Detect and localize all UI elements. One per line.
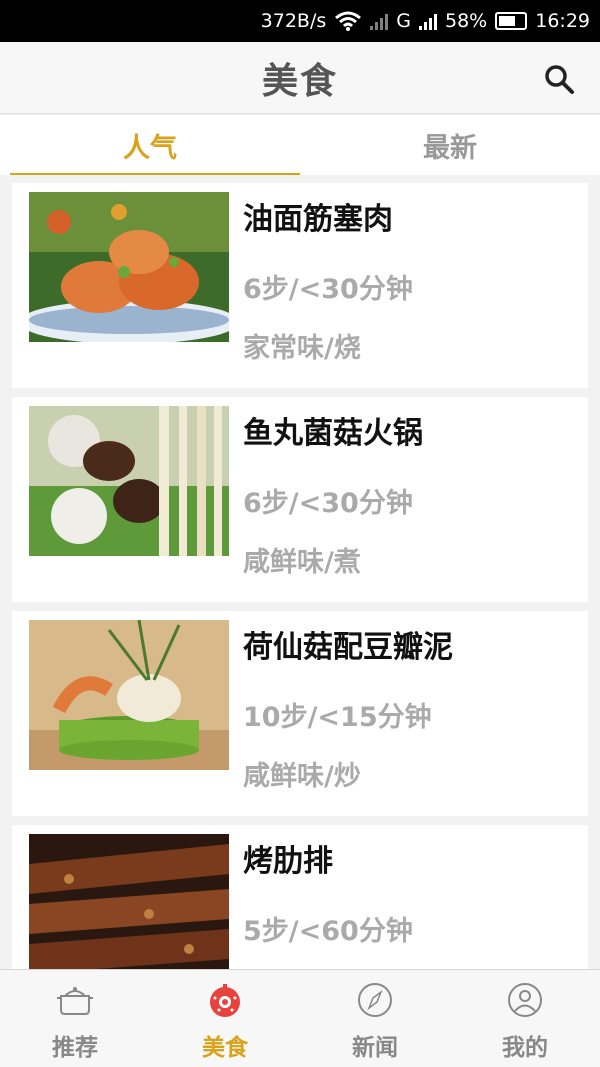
nav-recommend[interactable]: 推荐 — [0, 970, 150, 1067]
nav-food[interactable]: 美食 — [150, 970, 300, 1067]
recipe-image — [29, 620, 229, 770]
compass-icon — [358, 983, 392, 1017]
recipe-image — [29, 834, 229, 984]
user-icon — [508, 983, 542, 1017]
nav-label: 美食 — [202, 1035, 248, 1061]
food-icon — [210, 984, 240, 1017]
nav-label: 新闻 — [352, 1035, 398, 1061]
battery-icon — [495, 12, 528, 30]
network-speed: 372B/s — [260, 10, 327, 32]
search-icon[interactable] — [542, 62, 576, 96]
recipe-card[interactable]: 鱼丸菌菇火锅 6步/<30分钟 咸鲜味/煮 — [12, 397, 588, 602]
recipe-flavor: 咸鲜味/煮 — [243, 547, 361, 578]
recipe-steps: 6步/<30分钟 — [243, 274, 413, 305]
recipe-name: 烤肋排 — [243, 844, 333, 879]
nav-profile[interactable]: 我的 — [450, 970, 600, 1067]
bottom-nav: 推荐 美食 新闻 我的 — [0, 969, 600, 1067]
app-header: 美食 — [0, 42, 600, 114]
recipe-steps: 6步/<30分钟 — [243, 488, 413, 519]
signal-2-icon — [419, 12, 437, 30]
tab-latest[interactable]: 最新 — [300, 115, 600, 175]
recipe-name: 油面筋塞肉 — [243, 202, 393, 237]
network-type: G — [396, 10, 411, 32]
recipe-image — [29, 406, 229, 556]
recipe-name: 荷仙菇配豆瓣泥 — [243, 630, 453, 665]
recipe-image — [29, 192, 229, 342]
recipe-steps: 10步/<15分钟 — [243, 702, 432, 733]
recipe-card[interactable]: 荷仙菇配豆瓣泥 10步/<15分钟 咸鲜味/炒 — [12, 611, 588, 816]
recipe-flavor: 咸鲜味/炒 — [243, 761, 361, 792]
page-title: 美食 — [261, 60, 338, 102]
nav-news[interactable]: 新闻 — [300, 970, 450, 1067]
status-bar: 372B/s G 58% 16:29 — [0, 0, 600, 42]
recipe-flavor: 家常味/烧 — [243, 333, 361, 364]
tab-bar: 人气 最新 — [0, 115, 600, 175]
tab-popular[interactable]: 人气 — [0, 115, 300, 175]
recipe-steps: 5步/<60分钟 — [243, 916, 413, 947]
pot-icon — [57, 987, 93, 1015]
wifi-icon — [335, 11, 362, 31]
recipe-card[interactable]: 油面筋塞肉 6步/<30分钟 家常味/烧 — [12, 183, 588, 388]
recipe-list: 油面筋塞肉 6步/<30分钟 家常味/烧 鱼丸菌菇火锅 6步/<30分钟 咸鲜味… — [12, 183, 588, 1039]
nav-label: 推荐 — [52, 1035, 98, 1061]
nav-label: 我的 — [502, 1035, 548, 1061]
clock: 16:29 — [535, 10, 590, 32]
battery-percent: 58% — [445, 10, 488, 32]
recipe-name: 鱼丸菌菇火锅 — [243, 416, 423, 451]
signal-1-icon — [370, 12, 389, 30]
